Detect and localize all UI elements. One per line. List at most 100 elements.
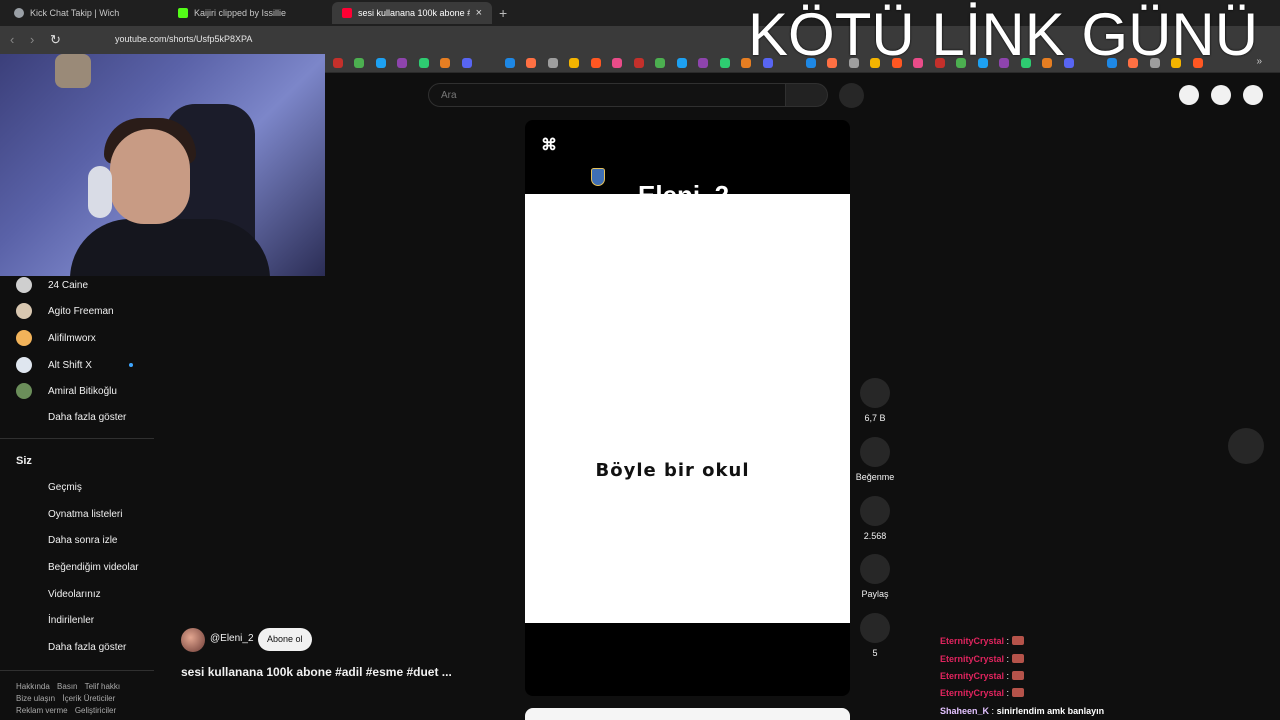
sidebar-subscription[interactable]: Amiral Bitikoğlu: [16, 382, 117, 400]
footer-link[interactable]: Telif hakkı: [85, 682, 121, 691]
new-content-dot: [129, 363, 133, 367]
chat-message: EternityCrystal :: [940, 671, 1024, 681]
short-title[interactable]: sesi kullanana 100k abone #adil #esme #d…: [181, 665, 452, 679]
globe-icon: [14, 8, 24, 18]
footer-links: Hakkında Basın Telif hakkı: [16, 682, 125, 691]
bookmark-favicon-icon[interactable]: [655, 58, 665, 68]
footer-link[interactable]: Hakkında: [16, 682, 50, 691]
sidebar-item-watch-later[interactable]: Daha sonra izle: [48, 535, 117, 546]
bookmark-favicon-icon[interactable]: [719, 58, 730, 68]
chat-message: Shaheen_K : sinirlendim amk banlayın: [940, 706, 1104, 716]
bookmark-favicon-icon[interactable]: [354, 58, 364, 68]
channel-avatar[interactable]: [181, 628, 205, 652]
back-button[interactable]: ‹: [10, 32, 14, 47]
bookmark-favicon-icon[interactable]: [397, 58, 407, 68]
bookmark-favicon-icon[interactable]: [676, 58, 687, 68]
browser-tab[interactable]: Kaijiri clipped by Issillie: [168, 2, 328, 24]
footer-links: Bize ulaşın İçerik Üreticiler: [16, 694, 120, 703]
video-caption: Böyle bir okul: [595, 460, 750, 481]
search-button[interactable]: [786, 83, 828, 107]
thumbs-up-icon: [860, 378, 890, 408]
reload-button[interactable]: ↻: [50, 32, 61, 48]
chat-separator: :: [1006, 688, 1010, 698]
dislike-button[interactable]: Beğenme: [852, 437, 898, 482]
remix-button[interactable]: 5: [852, 613, 898, 658]
channel-name: Alifilmworx: [48, 332, 96, 344]
shorts-player[interactable]: ⌘ Eleni_2 Böyle bir okul: [525, 120, 850, 696]
subscribe-button[interactable]: Abone ol: [258, 628, 312, 651]
chat-username: Shaheen_K: [940, 706, 990, 716]
sidebar-subscription[interactable]: Alifilmworx: [16, 329, 96, 347]
comments-button[interactable]: 2.568: [852, 496, 898, 541]
chat-separator: :: [1006, 671, 1010, 681]
browser-tab[interactable]: Kick Chat Takip | Wich: [4, 2, 164, 24]
voice-search-button[interactable]: [839, 83, 864, 108]
bookmark-favicon-icon[interactable]: [418, 58, 429, 68]
bookmark-favicon-icon[interactable]: [590, 58, 601, 68]
notifications-icon[interactable]: [1211, 85, 1231, 105]
channel-handle[interactable]: @Eleni_2: [210, 633, 254, 644]
chat-username: EternityCrystal: [940, 671, 1005, 681]
close-tab-icon[interactable]: ×: [476, 7, 482, 19]
you-section-heading[interactable]: Siz: [16, 455, 32, 467]
search-input[interactable]: Ara: [428, 83, 786, 107]
bookmark-favicon-icon[interactable]: [461, 58, 472, 68]
bookmark-favicon-icon[interactable]: [504, 58, 515, 68]
thumbs-down-icon: [860, 437, 890, 467]
like-button[interactable]: 6,7 B: [852, 378, 898, 423]
next-short-preview[interactable]: [525, 708, 850, 720]
share-button[interactable]: Paylaş: [852, 554, 898, 599]
channel-avatar: [16, 330, 32, 346]
bookmark-favicon-icon[interactable]: [547, 58, 558, 68]
footer-link[interactable]: Basın: [57, 682, 77, 691]
sidebar-subscription[interactable]: Agito Freeman: [16, 302, 114, 320]
address-bar[interactable]: youtube.com/shorts/Usfp5kP8XPA: [115, 34, 252, 44]
create-icon[interactable]: [1179, 85, 1199, 105]
dislike-label: Beğenme: [855, 472, 895, 482]
sidebar-subscription[interactable]: 24 Caine: [16, 276, 88, 294]
remix-count: 5: [872, 648, 878, 658]
bookmark-favicon-icon[interactable]: [698, 58, 708, 68]
you-show-more[interactable]: Daha fazla göster: [48, 642, 126, 653]
sidebar-item-downloads[interactable]: İndirilenler: [48, 615, 94, 626]
bookmark-favicon-icon[interactable]: [612, 58, 622, 68]
chat-message: EternityCrystal :: [940, 636, 1024, 646]
footer-link[interactable]: Bize ulaşın: [16, 694, 55, 703]
bookmark-favicon-icon[interactable]: [569, 58, 579, 68]
streamer-webcam: [0, 54, 325, 276]
chat-separator: :: [991, 706, 995, 716]
bookmark-favicon-icon[interactable]: [440, 58, 450, 68]
chat-message: EternityCrystal :: [940, 688, 1024, 698]
sidebar-item-liked-videos[interactable]: Beğendiğim videolar: [48, 562, 139, 573]
new-tab-button[interactable]: +: [499, 5, 507, 21]
sidebar-item-playlists[interactable]: Oynatma listeleri: [48, 509, 122, 520]
bookmark-favicon-icon[interactable]: [526, 58, 536, 68]
sidebar-item-history[interactable]: Geçmiş: [48, 482, 82, 493]
forward-button[interactable]: ›: [30, 32, 34, 47]
emote-icon: [1011, 654, 1024, 663]
browser-tab-active[interactable]: sesi kullanana 100k abone #adil ×: [332, 2, 492, 24]
chat-message: EternityCrystal :: [940, 654, 1024, 664]
headset: [88, 166, 112, 218]
bookmark-favicon-icon[interactable]: [633, 58, 644, 68]
emote-icon: [1011, 688, 1024, 697]
sidebar-subscription[interactable]: Alt Shift X: [16, 356, 133, 374]
next-short-button[interactable]: [1228, 428, 1264, 464]
tab-label: sesi kullanana 100k abone #adil: [358, 8, 470, 18]
sidebar-item-your-videos[interactable]: Videolarınız: [48, 589, 101, 600]
bookmark-favicon-icon[interactable]: [483, 58, 493, 68]
tab-label: Kaijiri clipped by Issillie: [194, 8, 287, 18]
channel-avatar: [16, 303, 32, 319]
subs-show-more[interactable]: Daha fazla göster: [48, 412, 126, 423]
comment-icon: [860, 496, 890, 526]
bookmark-favicon-icon[interactable]: [332, 58, 343, 68]
channel-name: Agito Freeman: [48, 305, 114, 317]
account-avatar[interactable]: [1243, 85, 1263, 105]
bookmark-favicon-icon[interactable]: [375, 58, 386, 68]
chat-username: EternityCrystal: [940, 636, 1005, 646]
footer-link[interactable]: Reklam verme: [16, 706, 68, 715]
emote-icon: [1011, 671, 1024, 680]
footer-link[interactable]: İçerik Üreticiler: [62, 694, 115, 703]
footer-link[interactable]: Geliştiriciler: [75, 706, 116, 715]
chat-text: sinirlendim amk banlayın: [996, 706, 1105, 716]
